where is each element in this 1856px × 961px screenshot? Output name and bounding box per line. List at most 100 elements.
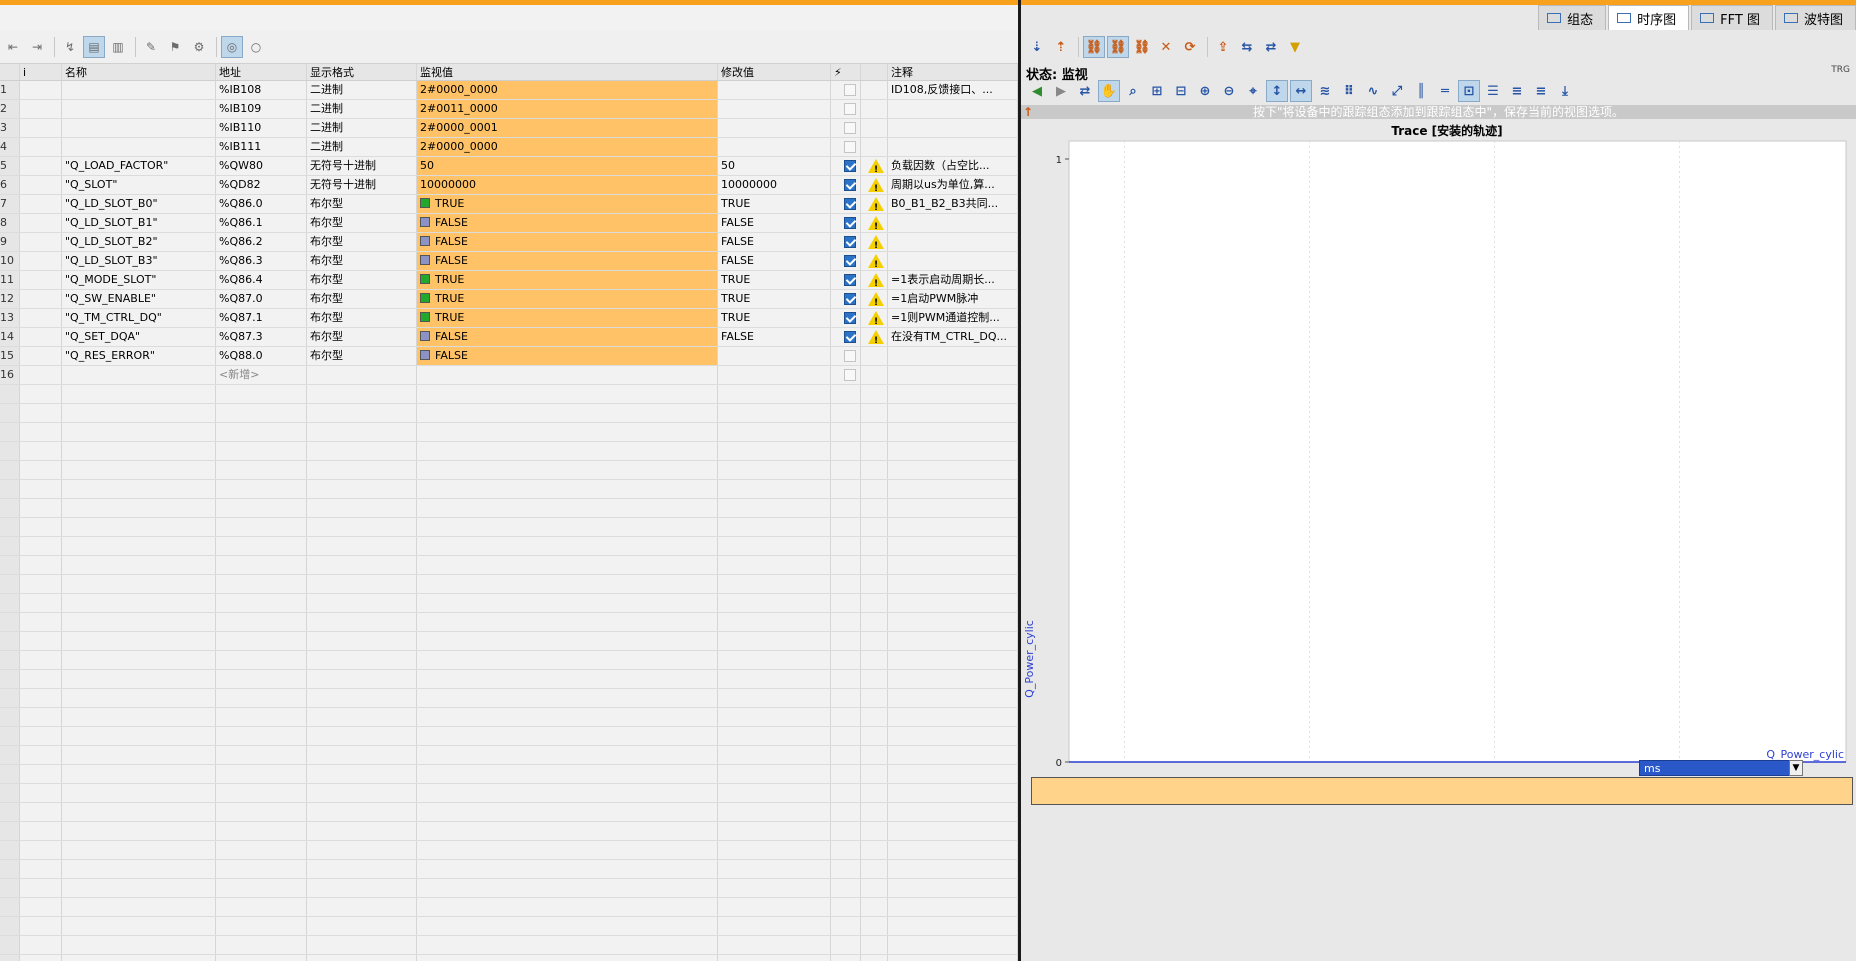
modify-checkbox[interactable]: [844, 217, 856, 229]
forward-icon[interactable]: ▶: [1050, 80, 1072, 102]
empty-cell[interactable]: [861, 537, 888, 555]
display-format-cell[interactable]: 二进制: [307, 138, 417, 156]
modify-checkbox[interactable]: [844, 160, 856, 172]
scale-y-icon[interactable]: ↕: [1266, 80, 1288, 102]
empty-cell[interactable]: [62, 803, 216, 821]
empty-cell[interactable]: [831, 898, 861, 916]
empty-cell[interactable]: [216, 746, 307, 764]
empty-cell[interactable]: [417, 841, 718, 859]
empty-cell[interactable]: [718, 822, 831, 840]
column-header[interactable]: i: [20, 64, 62, 80]
empty-row[interactable]: [0, 423, 1018, 442]
empty-cell[interactable]: [888, 670, 1018, 688]
empty-cell[interactable]: [62, 632, 216, 650]
empty-cell[interactable]: [307, 936, 417, 954]
empty-cell[interactable]: [216, 955, 307, 961]
align-right-icon[interactable]: ≡: [1530, 80, 1552, 102]
empty-cell[interactable]: [216, 442, 307, 460]
empty-row[interactable]: [0, 480, 1018, 499]
scale-x-icon[interactable]: ↔: [1290, 80, 1312, 102]
empty-cell[interactable]: [718, 803, 831, 821]
zoom-area-icon[interactable]: ⌕: [1122, 80, 1144, 102]
empty-cell[interactable]: [62, 708, 216, 726]
empty-cell[interactable]: [62, 537, 216, 555]
empty-cell[interactable]: [417, 765, 718, 783]
show-all-icon[interactable]: ⌖: [1242, 80, 1264, 102]
modify-checkbox-cell[interactable]: [831, 271, 861, 289]
empty-cell[interactable]: [718, 461, 831, 479]
modify-checkbox[interactable]: [844, 331, 856, 343]
address-cell[interactable]: %IB110: [216, 119, 307, 137]
empty-row[interactable]: [0, 727, 1018, 746]
display-format-cell[interactable]: 二进制: [307, 100, 417, 118]
empty-cell[interactable]: [718, 480, 831, 498]
monitor-once-icon[interactable]: ○: [245, 36, 267, 58]
comment-cell[interactable]: [888, 347, 1018, 365]
empty-cell[interactable]: [718, 651, 831, 669]
empty-cell[interactable]: [831, 803, 861, 821]
empty-row[interactable]: [0, 556, 1018, 575]
empty-cell[interactable]: [861, 499, 888, 517]
modify-value-cell[interactable]: [718, 366, 831, 384]
empty-cell[interactable]: [62, 689, 216, 707]
empty-cell[interactable]: [888, 594, 1018, 612]
zoom-horizontal-icon[interactable]: ⊟: [1170, 80, 1192, 102]
empty-cell[interactable]: [718, 765, 831, 783]
empty-cell[interactable]: [62, 879, 216, 897]
empty-cell[interactable]: [888, 803, 1018, 821]
move-view-icon[interactable]: ⇄: [1074, 80, 1096, 102]
empty-cell[interactable]: [888, 936, 1018, 954]
display-format-cell[interactable]: 布尔型: [307, 214, 417, 232]
comment-cell[interactable]: B0_B1_B2_B3共同...: [888, 195, 1018, 213]
empty-cell[interactable]: [307, 898, 417, 916]
empty-cell[interactable]: [62, 955, 216, 961]
empty-row[interactable]: [0, 689, 1018, 708]
column-header[interactable]: 修改值: [718, 64, 831, 80]
empty-row[interactable]: [0, 594, 1018, 613]
empty-cell[interactable]: [888, 575, 1018, 593]
display-format-cell[interactable]: 无符号十进制: [307, 157, 417, 175]
empty-cell[interactable]: [718, 689, 831, 707]
empty-cell[interactable]: [216, 518, 307, 536]
comment-cell[interactable]: 负载因数（占空比...: [888, 157, 1018, 175]
modify-checkbox[interactable]: [844, 312, 856, 324]
empty-cell[interactable]: [216, 803, 307, 821]
empty-cell[interactable]: [888, 461, 1018, 479]
empty-cell[interactable]: [62, 442, 216, 460]
empty-cell[interactable]: [417, 423, 718, 441]
empty-cell[interactable]: [888, 537, 1018, 555]
empty-cell[interactable]: [861, 385, 888, 403]
empty-cell[interactable]: [417, 480, 718, 498]
add-row-icon[interactable]: ⇥: [26, 36, 48, 58]
empty-cell[interactable]: [831, 613, 861, 631]
empty-cell[interactable]: [417, 385, 718, 403]
empty-cell[interactable]: [417, 689, 718, 707]
empty-cell[interactable]: [861, 632, 888, 650]
address-cell[interactable]: %IB111: [216, 138, 307, 156]
empty-cell[interactable]: [216, 632, 307, 650]
display-format-cell[interactable]: 二进制: [307, 119, 417, 137]
empty-cell[interactable]: [861, 651, 888, 669]
align-left-icon[interactable]: ≡: [1506, 80, 1528, 102]
empty-cell[interactable]: [861, 898, 888, 916]
empty-cell[interactable]: [307, 613, 417, 631]
signal-view-icon[interactable]: ≋: [1314, 80, 1336, 102]
empty-cell[interactable]: [831, 594, 861, 612]
time-unit-select[interactable]: ms ▼: [1639, 760, 1803, 776]
empty-row[interactable]: [0, 632, 1018, 651]
load-trace-icon[interactable]: ⇣: [1026, 36, 1048, 58]
empty-cell[interactable]: [888, 879, 1018, 897]
table-row[interactable]: 7 "Q_LD_SLOT_B0" %Q86.0 布尔型 TRUE TRUE! B0_B1_B…: [0, 195, 1018, 214]
empty-cell[interactable]: [718, 879, 831, 897]
empty-cell[interactable]: [216, 822, 307, 840]
empty-cell[interactable]: [62, 480, 216, 498]
tag-name-cell[interactable]: [62, 119, 216, 137]
empty-cell[interactable]: [307, 518, 417, 536]
modify-checkbox[interactable]: [844, 274, 856, 286]
empty-cell[interactable]: [888, 556, 1018, 574]
empty-cell[interactable]: [216, 879, 307, 897]
empty-cell[interactable]: [718, 632, 831, 650]
modify-value-cell[interactable]: FALSE: [718, 328, 831, 346]
empty-cell[interactable]: [216, 480, 307, 498]
display-format-cell[interactable]: 二进制: [307, 81, 417, 99]
